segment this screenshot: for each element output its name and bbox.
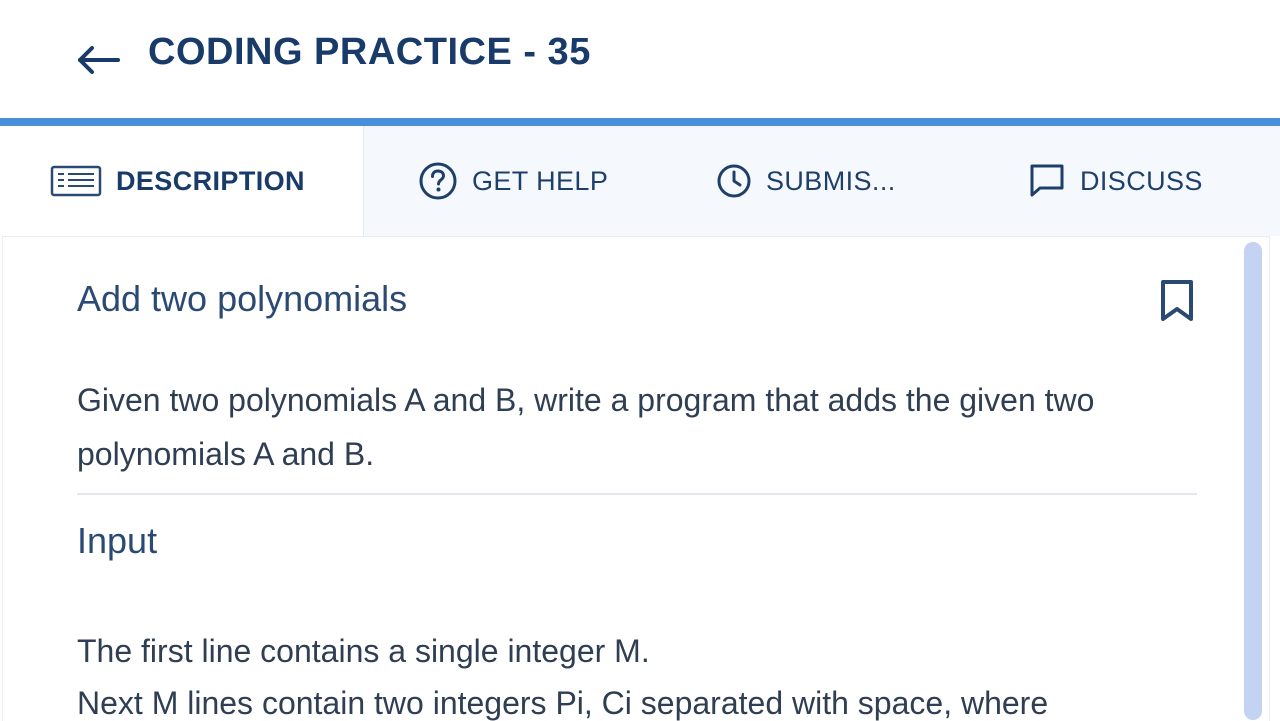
tab-submissions[interactable]: SUBMIS... (716, 126, 896, 236)
tab-description-label: DESCRIPTION (116, 165, 305, 196)
input-description: The first line contains a single integer… (77, 625, 1197, 721)
tab-submissions-label: SUBMIS... (766, 165, 896, 196)
problem-description: Given two polynomials A and B, write a p… (77, 382, 1095, 472)
back-button[interactable] (72, 38, 124, 82)
tab-discuss-label: DISCUSS (1080, 165, 1203, 196)
clock-icon (716, 163, 752, 199)
section-divider (77, 493, 1197, 495)
top-bar: CODING PRACTICE - 35 (0, 0, 1280, 118)
question-circle-icon (418, 161, 458, 201)
tab-discuss[interactable]: DISCUSS (1028, 126, 1203, 236)
description-panel: Add two polynomials Given two polynomial… (2, 236, 1270, 721)
scrollbar[interactable] (1244, 242, 1262, 720)
arrow-left-icon (78, 46, 120, 74)
bookmark-button[interactable] (1155, 277, 1199, 325)
tab-get-help[interactable]: GET HELP (418, 126, 608, 236)
accent-bar (0, 118, 1280, 126)
chat-bubble-icon (1028, 162, 1066, 200)
tab-description[interactable]: DESCRIPTION (0, 126, 364, 236)
tab-get-help-label: GET HELP (472, 165, 609, 196)
bookmark-icon (1161, 280, 1193, 321)
input-heading: Input (77, 520, 158, 561)
input-line: The first line contains a single integer… (77, 633, 650, 669)
scrollbar-thumb[interactable] (1244, 242, 1262, 720)
document-icon (50, 165, 102, 197)
tab-bar: DESCRIPTION GET HELP SUBMIS... DISCUSS (0, 126, 1280, 236)
input-line: Next M lines contain two integers Pi, Ci… (77, 685, 1049, 721)
page-title: CODING PRACTICE - 35 (148, 31, 591, 73)
problem-title: Add two polynomials (77, 278, 408, 319)
